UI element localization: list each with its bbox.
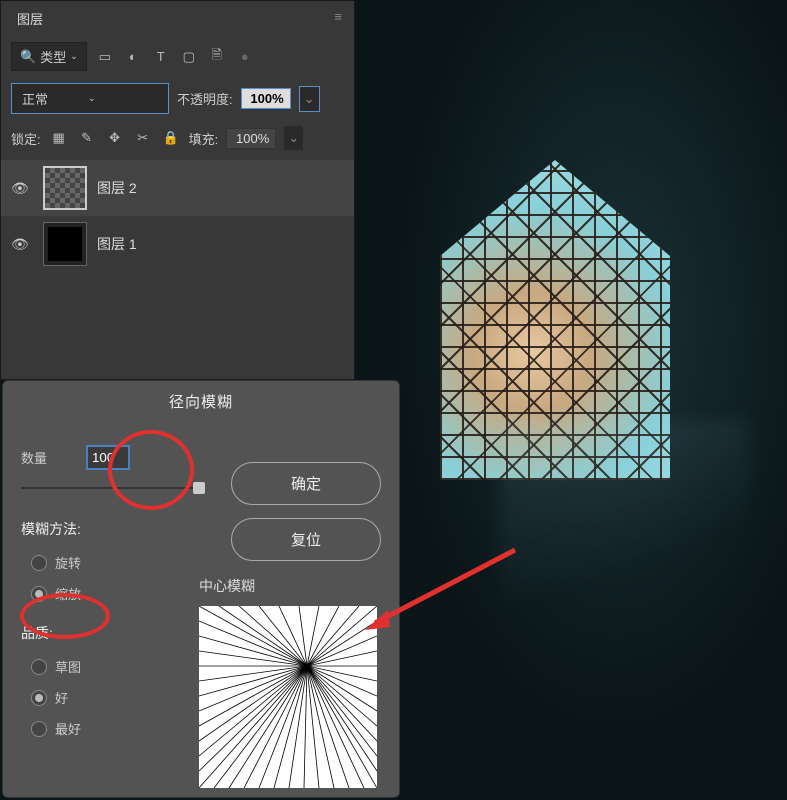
- filter-label: 类型: [40, 47, 66, 66]
- blur-center-preview[interactable]: [199, 606, 377, 788]
- layer-name[interactable]: 图层 1: [97, 234, 137, 254]
- layer-item[interactable]: 👁 图层 1: [1, 216, 354, 272]
- layer-thumbnail[interactable]: [43, 222, 87, 266]
- radial-blur-dialog: 径向模糊 确定 复位 数量 模糊方法: 旋转 缩放 品质: 草图 好: [2, 380, 400, 798]
- lock-pixels-icon[interactable]: ✎: [77, 128, 97, 148]
- image-light-rays: [500, 420, 750, 620]
- fill-dropdown-icon[interactable]: ⌄: [284, 126, 303, 150]
- chevron-down-icon: ⌄: [88, 93, 96, 104]
- opacity-input[interactable]: 100%: [241, 88, 291, 109]
- document-canvas[interactable]: [360, 0, 787, 800]
- filter-text-icon[interactable]: T: [151, 47, 171, 67]
- radio-draft-label: 草图: [55, 657, 81, 676]
- search-icon: 🔍: [20, 49, 36, 65]
- lock-label: 锁定:: [11, 129, 41, 148]
- fill-label: 填充:: [189, 129, 219, 148]
- radio-icon: [31, 555, 47, 571]
- opacity-label: 不透明度:: [177, 89, 233, 108]
- layer-name[interactable]: 图层 2: [97, 178, 137, 198]
- layers-tab[interactable]: 图层: [1, 1, 59, 36]
- lock-artboard-icon[interactable]: ✂: [133, 128, 153, 148]
- chevron-down-icon: ⌄: [70, 51, 78, 62]
- radio-icon: [31, 690, 47, 706]
- lock-all-icon[interactable]: 🔒: [161, 128, 181, 148]
- ok-button[interactable]: 确定: [231, 462, 381, 505]
- radio-icon: [31, 659, 47, 675]
- radio-good-label: 好: [55, 688, 68, 707]
- panel-menu-icon[interactable]: ≡: [322, 1, 354, 32]
- radio-icon: [31, 721, 47, 737]
- visibility-toggle-icon[interactable]: 👁: [11, 180, 33, 197]
- layer-list: 👁 图层 2 👁 图层 1: [1, 160, 354, 272]
- opacity-dropdown-icon[interactable]: ⌄: [299, 86, 320, 112]
- layer-item[interactable]: 👁 图层 2: [1, 160, 354, 216]
- blend-mode-dropdown[interactable]: 正常 ⌄: [11, 83, 169, 114]
- amount-label: 数量: [21, 448, 47, 467]
- slider-thumb-icon[interactable]: [193, 482, 205, 494]
- visibility-toggle-icon[interactable]: 👁: [11, 236, 33, 253]
- lock-position-icon[interactable]: ✥: [105, 128, 125, 148]
- layer-thumbnail[interactable]: [43, 166, 87, 210]
- center-blur-label: 中心模糊: [199, 576, 255, 596]
- annotation-circle: [20, 593, 110, 639]
- layers-panel: 图层 ≡ 🔍 类型 ⌄ ▭ ◐ T ▢ 🗎 ● 正常 ⌄ 不透明度: 100% …: [0, 0, 355, 380]
- filter-pixel-icon[interactable]: ▭: [95, 47, 115, 67]
- fill-input[interactable]: 100%: [226, 128, 276, 149]
- filter-shape-icon[interactable]: ▢: [179, 47, 199, 67]
- filter-smart-icon[interactable]: 🗎: [207, 47, 227, 67]
- reset-button[interactable]: 复位: [231, 518, 381, 561]
- blend-mode-value: 正常: [22, 89, 48, 108]
- lock-transparency-icon[interactable]: ▦: [49, 128, 69, 148]
- radio-best-label: 最好: [55, 719, 81, 738]
- filter-adjustment-icon[interactable]: ◐: [123, 47, 143, 67]
- layer-filter-dropdown[interactable]: 🔍 类型 ⌄: [11, 42, 87, 71]
- filter-toggle-icon[interactable]: ●: [235, 47, 255, 67]
- radio-spin-label: 旋转: [55, 553, 81, 572]
- annotation-circle: [108, 430, 194, 510]
- dialog-title: 径向模糊: [3, 381, 399, 422]
